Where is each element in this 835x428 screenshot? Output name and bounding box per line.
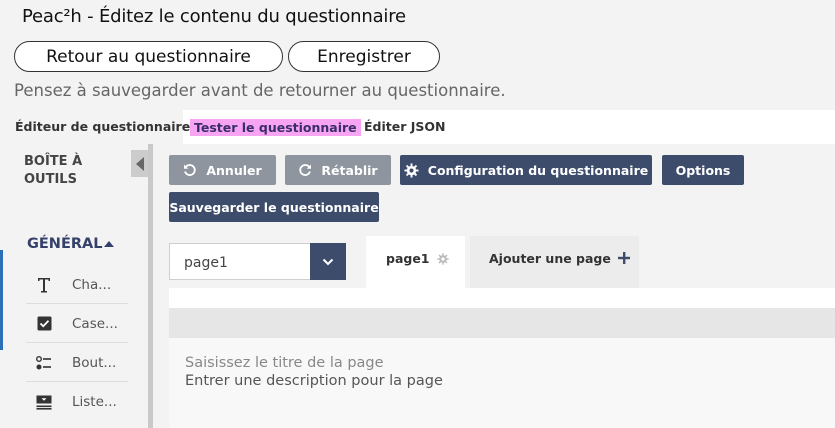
page-title-input[interactable]: Saisissez le titre de la page <box>185 355 384 371</box>
tab-test-survey[interactable]: Tester le questionnaire <box>190 119 361 136</box>
toolbox-title: BOÎTE À OUTILS <box>24 154 83 187</box>
page-selector-toggle[interactable] <box>310 243 346 280</box>
tool-item-checkbox[interactable]: Case... <box>26 305 128 343</box>
gear-icon <box>404 162 419 178</box>
tab-editor[interactable]: Éditeur de questionnaire <box>15 119 190 134</box>
plus-icon <box>617 252 630 264</box>
tool-item-radio[interactable]: Bout... <box>26 344 128 382</box>
tab-page1[interactable]: page1 <box>366 236 465 288</box>
undo-icon <box>184 164 197 176</box>
add-page-tab[interactable]: Ajouter une page <box>470 236 639 288</box>
add-page-label: Ajouter une page <box>489 251 611 266</box>
tool-item-label: Bout... <box>72 354 117 371</box>
save-survey-button[interactable]: Sauvegarder le questionnaire <box>169 192 379 222</box>
redo-button[interactable]: Rétablir <box>285 155 391 185</box>
page-title: Peac²h - Éditez le contenu du questionna… <box>22 6 406 27</box>
tool-item-label: Case... <box>72 315 118 332</box>
section-general-label: GÉNÉRAL <box>27 236 103 252</box>
undo-label: Annuler <box>206 162 262 178</box>
chevron-down-icon <box>322 258 334 265</box>
window-edge-strip <box>0 250 3 350</box>
survey-config-button[interactable]: Configuration du questionnaire <box>400 155 652 185</box>
page-selector[interactable]: page1 <box>169 243 346 280</box>
undo-button[interactable]: Annuler <box>169 155 276 185</box>
section-general[interactable]: GÉNÉRAL <box>27 236 115 252</box>
radio-list-icon <box>26 355 62 371</box>
text-icon <box>26 277 62 293</box>
tool-item-text[interactable]: Cha... <box>26 266 128 304</box>
back-to-survey-button[interactable]: Retour au questionnaire <box>14 41 283 72</box>
page-tab-label: page1 <box>386 251 430 266</box>
options-button[interactable]: Options <box>662 155 744 185</box>
tool-item-dropdown[interactable]: Liste... <box>26 383 128 421</box>
redo-label: Rétablir <box>321 162 378 178</box>
gear-icon <box>436 253 449 265</box>
save-hint: Pensez à sauvegarder avant de retourner … <box>14 81 506 100</box>
chevron-left-icon <box>135 156 144 171</box>
tool-item-label: Cha... <box>72 276 112 293</box>
page-header-band <box>169 288 835 308</box>
save-button[interactable]: Enregistrer <box>288 41 440 72</box>
tool-item-label: Liste... <box>72 394 117 410</box>
tab-edit-json[interactable]: Éditer JSON <box>364 119 445 134</box>
redo-icon <box>299 164 312 176</box>
collapse-toolbox-button[interactable] <box>131 150 148 177</box>
page-description-input[interactable]: Entrer une description pour la page <box>185 373 443 389</box>
chevron-up-icon <box>104 241 115 247</box>
page-toolbar-band <box>169 308 835 338</box>
dropdown-list-icon <box>26 395 62 410</box>
page-selector-value: page1 <box>184 255 228 271</box>
checkbox-icon <box>26 316 62 331</box>
survey-config-label: Configuration du questionnaire <box>427 162 649 178</box>
